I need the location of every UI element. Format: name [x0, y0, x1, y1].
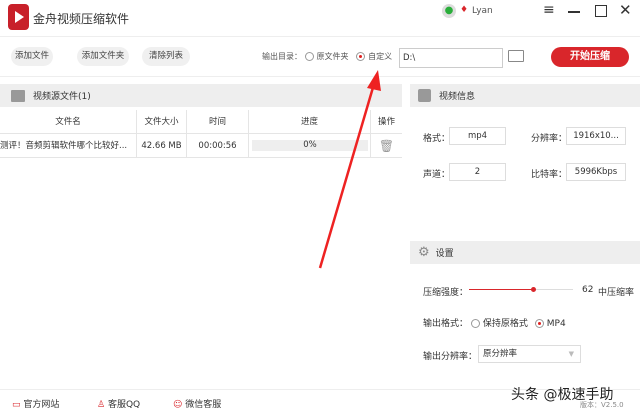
annotation-arrow	[318, 70, 381, 269]
